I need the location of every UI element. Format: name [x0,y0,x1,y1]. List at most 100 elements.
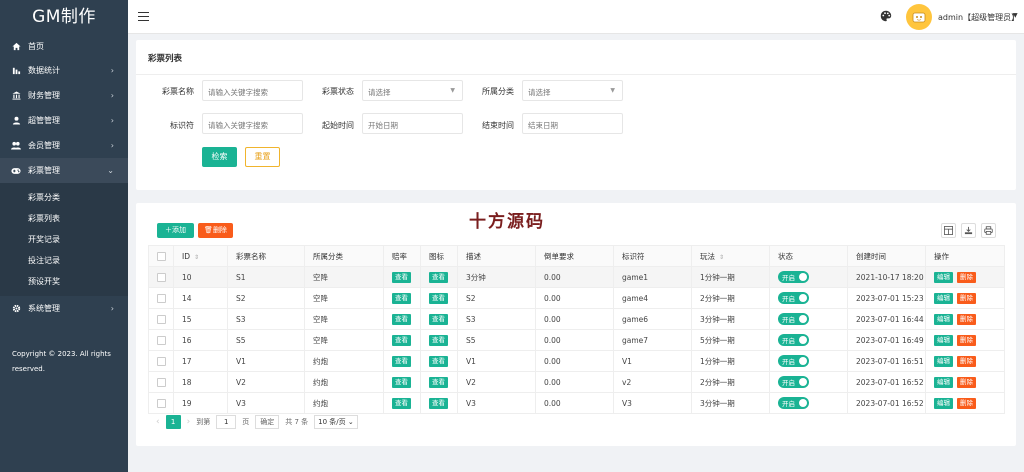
view-icon-button[interactable]: 查看 [429,292,448,304]
menu-toggle-icon[interactable] [138,12,149,22]
view-icon-button[interactable]: 查看 [429,376,448,388]
cell-name: S3 [227,308,305,330]
view-odds-button[interactable]: 查看 [392,334,411,346]
end-date-input[interactable]: 结束日期 [522,113,623,134]
row-select[interactable] [148,350,174,372]
view-icon-button[interactable]: 查看 [429,355,448,367]
edit-button[interactable]: 编辑 [934,313,953,325]
status-toggle[interactable]: 开启 [778,397,809,409]
brand-logo: GM制作 [32,7,96,27]
edit-button[interactable]: 编辑 [934,355,953,367]
prev-page-icon[interactable]: ‹ [156,417,160,427]
row-select[interactable] [148,371,174,393]
status-toggle[interactable]: 开启 [778,376,809,388]
submenu-item-categories[interactable]: 彩票分类 [0,187,128,208]
user-name[interactable]: admin【超级管理员】 [938,12,1019,23]
row-select[interactable] [148,266,174,288]
submenu-item-draw-records[interactable]: 开奖记录 [0,229,128,250]
sidebar-item-members[interactable]: 会员管理 › [0,133,128,158]
checkbox[interactable] [157,377,166,387]
row-delete-button[interactable]: 删除 [957,271,976,283]
view-icon-button[interactable]: 查看 [429,271,448,283]
sidebar-item-home[interactable]: 首页 [0,34,128,58]
header-created: 创建时间 [847,245,926,267]
checkbox[interactable] [157,251,166,261]
reset-button[interactable]: 重置 [245,147,280,167]
view-odds-button[interactable]: 查看 [392,355,411,367]
columns-icon[interactable] [941,223,956,238]
status-toggle[interactable]: 开启 [778,355,809,367]
start-date-input[interactable]: 开始日期 [362,113,463,134]
next-page-icon[interactable]: › [187,417,191,427]
row-select[interactable] [148,308,174,330]
code-input[interactable]: 请输入关键字搜索 [202,113,303,134]
status-toggle[interactable]: 开启 [778,292,809,304]
goto-confirm-button[interactable]: 确定 [255,415,280,429]
row-delete-button[interactable]: 删除 [957,376,976,388]
submenu-item-list[interactable]: 彩票列表 [0,208,128,229]
edit-button[interactable]: 编辑 [934,271,953,283]
view-odds-button[interactable]: 查看 [392,271,411,283]
caret-down-icon[interactable]: ▼ [1013,12,1018,19]
sort-icon[interactable]: ⇕ [194,254,199,261]
row-select[interactable] [148,329,174,351]
row-select[interactable] [148,287,174,309]
theme-palette-icon[interactable] [880,10,892,22]
sort-icon[interactable]: ⇕ [719,254,724,261]
page-size-select[interactable]: 10 条/页 ⌄ [314,415,358,429]
page-input[interactable]: 1 [216,415,237,429]
cell-category: 约炮 [304,371,384,393]
checkbox[interactable] [157,272,166,282]
row-delete-button[interactable]: 删除 [957,313,976,325]
delete-button[interactable]: 🗑删除 [198,223,233,238]
view-odds-button[interactable]: 查看 [392,313,411,325]
header-id[interactable]: ID ⇕ [173,245,228,267]
checkbox[interactable] [157,356,166,366]
edit-button[interactable]: 编辑 [934,397,953,409]
checkbox[interactable] [157,314,166,324]
row-delete-button[interactable]: 删除 [957,292,976,304]
sidebar-item-admins[interactable]: 超管管理 › [0,108,128,133]
edit-button[interactable]: 编辑 [934,376,953,388]
status-toggle[interactable]: 开启 [778,271,809,283]
header-select-all[interactable] [148,245,174,267]
edit-button[interactable]: 编辑 [934,292,953,304]
sidebar-item-statistics[interactable]: 数据统计 › [0,58,128,83]
cell-play: 3分钟一期 [691,308,770,330]
status-toggle[interactable]: 开启 [778,313,809,325]
add-button[interactable]: ＋添加 [157,223,194,238]
cell-code: game7 [613,329,692,351]
status-toggle[interactable]: 开启 [778,334,809,346]
export-icon[interactable] [961,223,976,238]
print-icon[interactable] [981,223,996,238]
view-icon-button[interactable]: 查看 [429,397,448,409]
sidebar-item-lottery[interactable]: 彩票管理 ⌄ [0,158,128,183]
checkbox[interactable] [157,398,166,408]
submenu-item-bet-records[interactable]: 投注记录 [0,250,128,271]
category-select[interactable]: 请选择 ▼ [522,80,623,101]
view-odds-button[interactable]: 查看 [392,292,411,304]
sidebar-item-finance[interactable]: 财务管理 › [0,83,128,108]
checkbox[interactable] [157,335,166,345]
header-play[interactable]: 玩法 ⇕ [691,245,770,267]
lottery-status-select[interactable]: 请选择 ▼ [362,80,463,101]
search-button[interactable]: 检索 [202,147,237,167]
cell-icon: 查看 [420,308,458,330]
row-delete-button[interactable]: 删除 [957,355,976,367]
current-page[interactable]: 1 [165,415,181,429]
avatar[interactable] [906,4,932,30]
sidebar-item-system[interactable]: 系统管理 › [0,296,128,321]
edit-button[interactable]: 编辑 [934,334,953,346]
row-delete-button[interactable]: 删除 [957,334,976,346]
row-select[interactable] [148,392,174,414]
user-icon [11,116,21,126]
view-icon-button[interactable]: 查看 [429,334,448,346]
lottery-name-input[interactable]: 请输入关键字搜索 [202,80,303,101]
view-odds-button[interactable]: 查看 [392,397,411,409]
row-delete-button[interactable]: 删除 [957,397,976,409]
view-odds-button[interactable]: 查看 [392,376,411,388]
toggle-knob [799,378,807,386]
submenu-item-preset-draw[interactable]: 预设开奖 [0,271,128,292]
checkbox[interactable] [157,293,166,303]
view-icon-button[interactable]: 查看 [429,313,448,325]
